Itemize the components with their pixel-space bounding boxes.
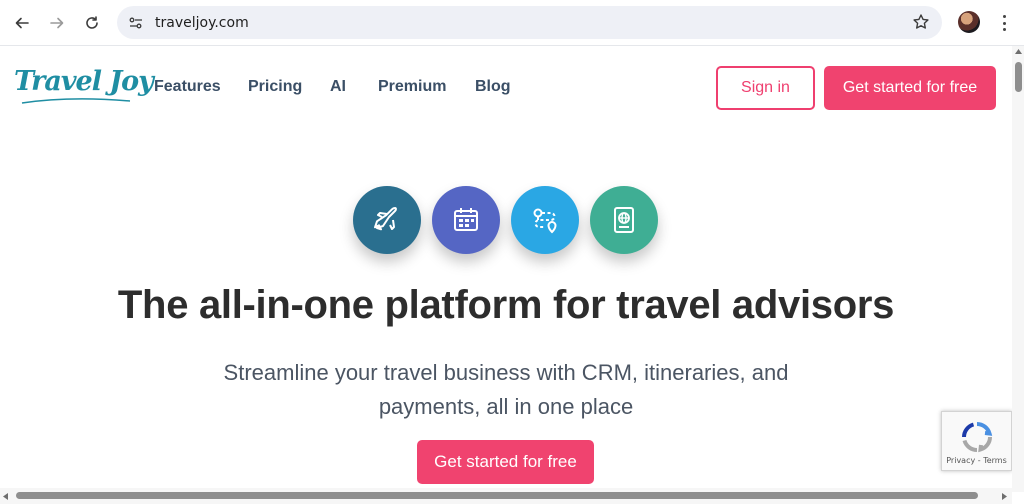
- profile-avatar[interactable]: [958, 11, 980, 33]
- calendar-icon: [432, 186, 500, 254]
- more-menu-icon[interactable]: [996, 12, 1012, 34]
- logo-text: Travel Joy: [14, 66, 154, 97]
- recaptcha-icon: [961, 422, 992, 453]
- forward-arrow-icon[interactable]: [45, 11, 69, 35]
- url-text[interactable]: traveljoy.com: [155, 15, 249, 31]
- recaptcha-privacy-terms-link[interactable]: Privacy - Terms: [946, 456, 1007, 465]
- nav-blog[interactable]: Blog: [475, 78, 511, 96]
- hero-feature-icons: [353, 186, 659, 256]
- address-bar[interactable]: traveljoy.com: [117, 6, 942, 39]
- scroll-left-icon[interactable]: [3, 493, 8, 500]
- vertical-scrollbar[interactable]: [1012, 46, 1024, 492]
- nav-ai[interactable]: AI: [330, 78, 346, 96]
- hero-subtitle: Streamline your travel business with CRM…: [223, 360, 789, 419]
- back-arrow-icon[interactable]: [10, 11, 34, 35]
- header-get-started-button[interactable]: Get started for free: [824, 66, 996, 110]
- passport-icon: [590, 186, 658, 254]
- recaptcha-badge[interactable]: Privacy - Terms: [941, 411, 1012, 471]
- route-map-icon: [511, 186, 579, 254]
- airplane-icon: [353, 186, 421, 254]
- hero-title: The all-in-one platform for travel advis…: [117, 283, 895, 327]
- browser-toolbar: traveljoy.com: [0, 0, 1024, 46]
- bookmark-star-icon[interactable]: [912, 13, 930, 31]
- horizontal-scroll-thumb[interactable]: [16, 492, 978, 499]
- horizontal-scrollbar[interactable]: [0, 488, 1012, 504]
- scroll-up-icon[interactable]: [1015, 49, 1022, 54]
- site-header: Travel Joy Features Pricing AI Premium B…: [0, 46, 1012, 128]
- scroll-right-icon[interactable]: [1002, 493, 1007, 500]
- travel-joy-logo[interactable]: Travel Joy: [14, 66, 154, 104]
- vertical-scroll-thumb[interactable]: [1015, 62, 1022, 92]
- site-info-icon[interactable]: [125, 12, 147, 34]
- sign-in-button[interactable]: Sign in: [716, 66, 815, 110]
- nav-premium[interactable]: Premium: [378, 78, 446, 96]
- nav-pricing[interactable]: Pricing: [248, 78, 302, 96]
- nav-features[interactable]: Features: [154, 78, 221, 96]
- reload-icon[interactable]: [80, 11, 104, 35]
- hero-get-started-button[interactable]: Get started for free: [417, 440, 594, 484]
- logo-swoosh-icon: [21, 98, 131, 104]
